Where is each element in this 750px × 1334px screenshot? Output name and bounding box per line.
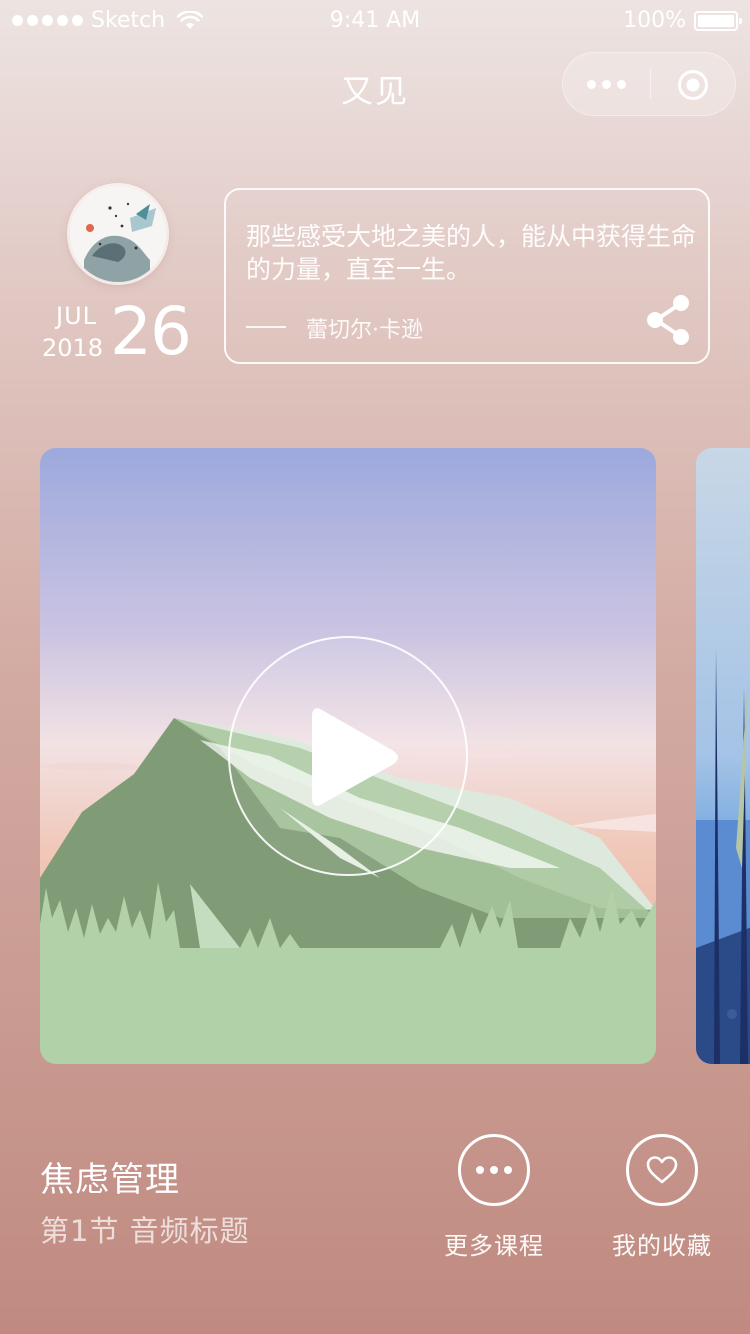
more-dots-icon[interactable] [458, 1134, 530, 1206]
quote-author: 蕾切尔·卡逊 [306, 318, 423, 343]
date-month: JUL [56, 302, 98, 330]
quote-text: 那些感受大地之美的人，能从中获得生命的力量，直至一生。 [246, 222, 697, 284]
course-title: 焦虑管理 [40, 1160, 180, 1200]
mini-program-capsule [562, 52, 736, 116]
battery-icon [694, 10, 742, 31]
avatar[interactable] [70, 186, 166, 282]
course-subtitle: 第1节 音频标题 [40, 1214, 250, 1248]
status-bar: Sketch 9:41 AM 100% [0, 0, 750, 40]
more-courses-label: 更多课程 [444, 1232, 544, 1260]
more-courses-button[interactable]: 更多课程 [424, 1134, 564, 1261]
date-year: 2018 [42, 334, 104, 362]
next-audio-card[interactable] [696, 448, 750, 1064]
quote-dash [246, 326, 286, 328]
heart-icon-circle[interactable] [626, 1134, 698, 1206]
status-right: 100% [623, 8, 742, 33]
share-icon[interactable] [644, 294, 692, 346]
my-favorites-label: 我的收藏 [612, 1232, 712, 1260]
more-dots-icon[interactable] [563, 53, 650, 115]
my-favorites-button[interactable]: 我的收藏 [592, 1134, 732, 1261]
quote-card: 那些感受大地之美的人，能从中获得生命的力量，直至一生。 蕾切尔·卡逊 [224, 188, 710, 364]
play-icon[interactable] [312, 704, 398, 808]
battery-percentage: 100% [623, 8, 686, 33]
date-day: 26 [110, 293, 192, 370]
target-circle-icon[interactable] [677, 69, 709, 101]
capsule-divider [650, 69, 651, 99]
audio-cover-card[interactable] [40, 448, 656, 1064]
heart-icon [646, 1156, 678, 1184]
avatar-artwork [70, 186, 166, 282]
reeds-illustration [696, 448, 750, 1064]
